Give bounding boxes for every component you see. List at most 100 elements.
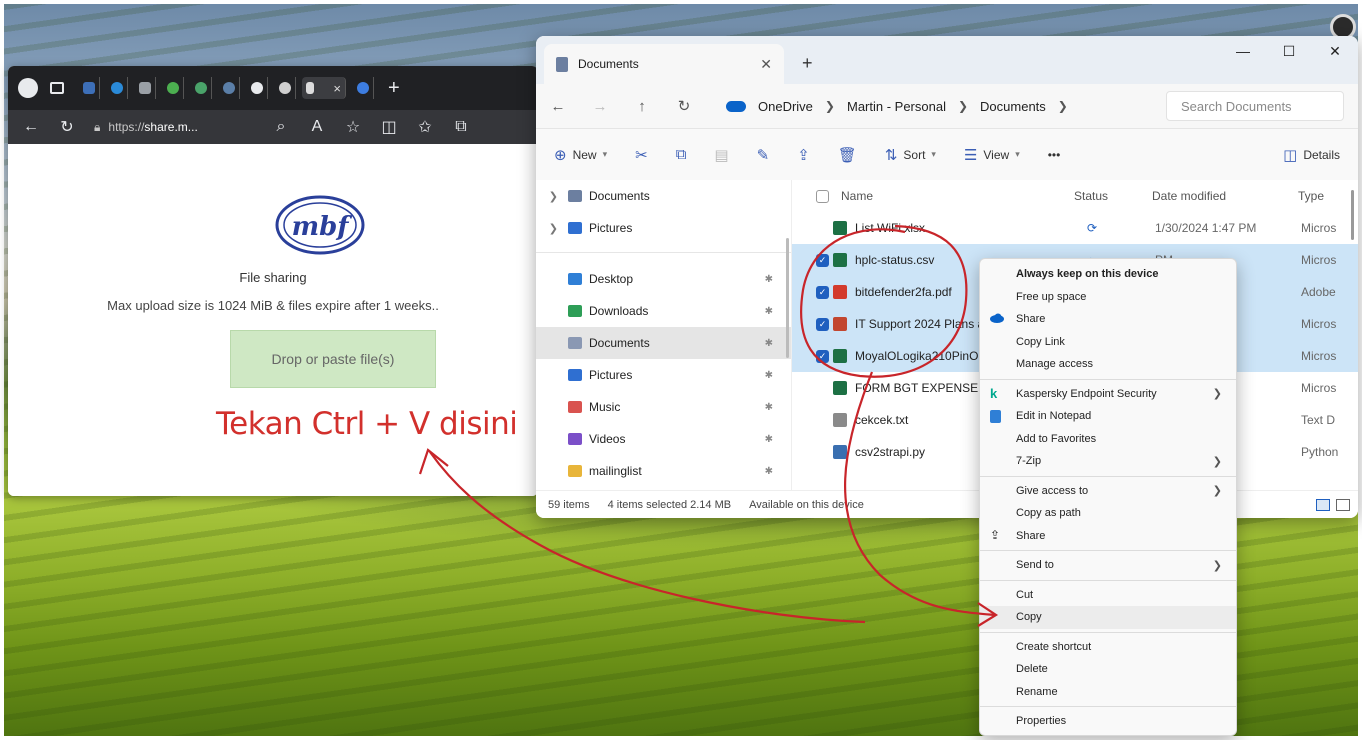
browser-tab[interactable]	[218, 77, 240, 99]
read-aloud-icon[interactable]: A	[308, 118, 326, 136]
row-checkbox[interactable]	[816, 222, 829, 235]
row-checkbox[interactable]	[816, 446, 829, 459]
forward-arrow-icon[interactable]: →	[592, 98, 608, 115]
row-checkbox[interactable]	[816, 414, 829, 427]
menu-item-create-shortcut[interactable]: Create shortcut	[980, 636, 1236, 659]
file-row[interactable]: List WiFi.xlsx ⟳ 1/30/2024 1:47 PM Micros	[792, 212, 1358, 244]
drop-zone[interactable]: Drop or paste file(s)	[230, 330, 436, 388]
quick-access-item[interactable]: Downloads ✱	[536, 295, 791, 327]
details-view-icon[interactable]	[1316, 498, 1330, 511]
rename-button[interactable]: ✎	[757, 146, 770, 164]
menu-item-edit-in-notepad[interactable]: Edit in Notepad	[980, 405, 1236, 428]
chevron-right-icon[interactable]: ❯	[536, 222, 558, 235]
breadcrumb-documents[interactable]: Documents	[980, 99, 1046, 114]
column-name[interactable]: Name	[816, 189, 1074, 203]
view-button[interactable]: ☰ View ▾	[964, 146, 1020, 164]
new-tab-button[interactable]: +	[388, 77, 400, 100]
column-type[interactable]: Type	[1298, 189, 1348, 203]
close-window-button[interactable]: ✕	[1312, 36, 1358, 66]
browser-tab[interactable]	[190, 77, 212, 99]
url-field[interactable]: 🔒︎ https://share.m...	[94, 120, 254, 135]
back-icon[interactable]: ←	[22, 118, 40, 136]
quick-access-item[interactable]: Desktop ✱	[536, 263, 791, 295]
menu-item-7-zip[interactable]: 7-Zip ❯	[980, 450, 1236, 473]
menu-item-kaspersky-endpoint-security[interactable]: k Kaspersky Endpoint Security ❯	[980, 383, 1236, 406]
menu-item-always-keep-on-this-device[interactable]: Always keep on this device	[980, 263, 1236, 286]
chevron-right-icon[interactable]: ❯	[825, 99, 835, 113]
row-checkbox[interactable]: ✓	[816, 349, 829, 363]
tab-actions-icon[interactable]	[50, 82, 64, 94]
browser-tab-active[interactable]: ×	[302, 77, 346, 99]
refresh-icon[interactable]: ↻	[676, 97, 692, 115]
menu-item-delete[interactable]: Delete	[980, 658, 1236, 681]
menu-item-add-to-favorites[interactable]: Add to Favorites	[980, 428, 1236, 451]
sort-button[interactable]: ⇅ Sort ▾	[885, 146, 936, 164]
row-checkbox[interactable]: ✓	[816, 253, 829, 267]
quick-access-item[interactable]: Pictures ✱	[536, 359, 791, 391]
explorer-tab[interactable]: Documents ✕	[544, 44, 784, 84]
quick-access-item[interactable]: mailinglist ✱	[536, 455, 791, 487]
breadcrumb-onedrive[interactable]: OneDrive	[758, 99, 813, 114]
browser-tab[interactable]	[246, 77, 268, 99]
browser-tab[interactable]	[274, 77, 296, 99]
share-button[interactable]: ⇪	[797, 146, 810, 164]
column-date-modified[interactable]: Date modified	[1152, 189, 1298, 203]
browser-tab[interactable]	[134, 77, 156, 99]
scrollbar[interactable]	[786, 238, 789, 358]
menu-item-share[interactable]: ⇪ Share	[980, 525, 1236, 548]
refresh-icon[interactable]: ↻	[58, 117, 76, 137]
close-tab-icon[interactable]: ×	[333, 81, 341, 96]
menu-item-share[interactable]: Share	[980, 308, 1236, 331]
menu-item-manage-access[interactable]: Manage access	[980, 353, 1236, 376]
favorite-star-icon[interactable]: ☆	[344, 117, 362, 137]
nav-tree-item[interactable]: ❯ Pictures	[536, 212, 791, 244]
menu-item-copy[interactable]: Copy	[980, 606, 1236, 629]
chevron-right-icon[interactable]: ❯	[958, 99, 968, 113]
zoom-icon[interactable]: ⌕	[272, 118, 290, 136]
collections-icon[interactable]: ⧉	[452, 118, 470, 136]
quick-access-item[interactable]: Videos ✱	[536, 423, 791, 455]
menu-item-give-access-to[interactable]: Give access to ❯	[980, 480, 1236, 503]
tiles-view-icon[interactable]	[1336, 498, 1350, 511]
column-status[interactable]: Status	[1074, 189, 1152, 203]
quick-access-item[interactable]: Music ✱	[536, 391, 791, 423]
cut-button[interactable]: ✂	[635, 146, 648, 164]
select-all-checkbox[interactable]	[816, 189, 829, 203]
more-options-button[interactable]: •••	[1048, 148, 1061, 162]
scrollbar[interactable]	[1351, 190, 1354, 240]
menu-item-free-up-space[interactable]: Free up space	[980, 286, 1236, 309]
quick-access-item[interactable]: Documents ✱	[536, 327, 791, 359]
menu-item-copy-link[interactable]: Copy Link	[980, 331, 1236, 354]
close-tab-icon[interactable]: ✕	[760, 56, 772, 73]
menu-item-copy-as-path[interactable]: Copy as path	[980, 502, 1236, 525]
up-arrow-icon[interactable]: ↑	[634, 98, 650, 115]
maximize-button[interactable]: ☐	[1266, 36, 1312, 66]
details-button[interactable]: ◫ Details	[1283, 146, 1340, 164]
copy-button[interactable]: ⧉	[676, 146, 687, 163]
breadcrumb-martin-personal[interactable]: Martin - Personal	[847, 99, 946, 114]
browser-tab[interactable]	[162, 77, 184, 99]
favorites-icon[interactable]: ✩	[416, 117, 434, 137]
nav-tree-item[interactable]: ❯ Documents	[536, 180, 791, 212]
browser-tab[interactable]	[78, 77, 100, 99]
row-checkbox[interactable]: ✓	[816, 317, 829, 331]
menu-item-send-to[interactable]: Send to ❯	[980, 554, 1236, 577]
menu-item-cut[interactable]: Cut	[980, 584, 1236, 607]
back-arrow-icon[interactable]: ←	[550, 98, 566, 115]
menu-item-properties[interactable]: Properties	[980, 710, 1236, 733]
chevron-right-icon[interactable]: ❯	[536, 190, 558, 203]
minimize-button[interactable]: —	[1220, 36, 1266, 66]
delete-button[interactable]: 🗑︎	[838, 146, 857, 164]
search-input[interactable]: Search Documents	[1166, 91, 1344, 121]
row-checkbox[interactable]: ✓	[816, 285, 829, 299]
split-screen-icon[interactable]: ◫	[380, 117, 398, 137]
profile-icon[interactable]	[18, 78, 38, 98]
new-tab-button[interactable]: +	[802, 53, 813, 74]
browser-tab[interactable]	[352, 77, 374, 99]
browser-tab[interactable]	[106, 77, 128, 99]
chevron-right-icon[interactable]: ❯	[1058, 99, 1068, 113]
new-button[interactable]: ⊕ New ▾	[554, 146, 607, 164]
menu-item-rename[interactable]: Rename	[980, 681, 1236, 704]
paste-button[interactable]: ▤	[714, 146, 728, 164]
row-checkbox[interactable]	[816, 382, 829, 395]
